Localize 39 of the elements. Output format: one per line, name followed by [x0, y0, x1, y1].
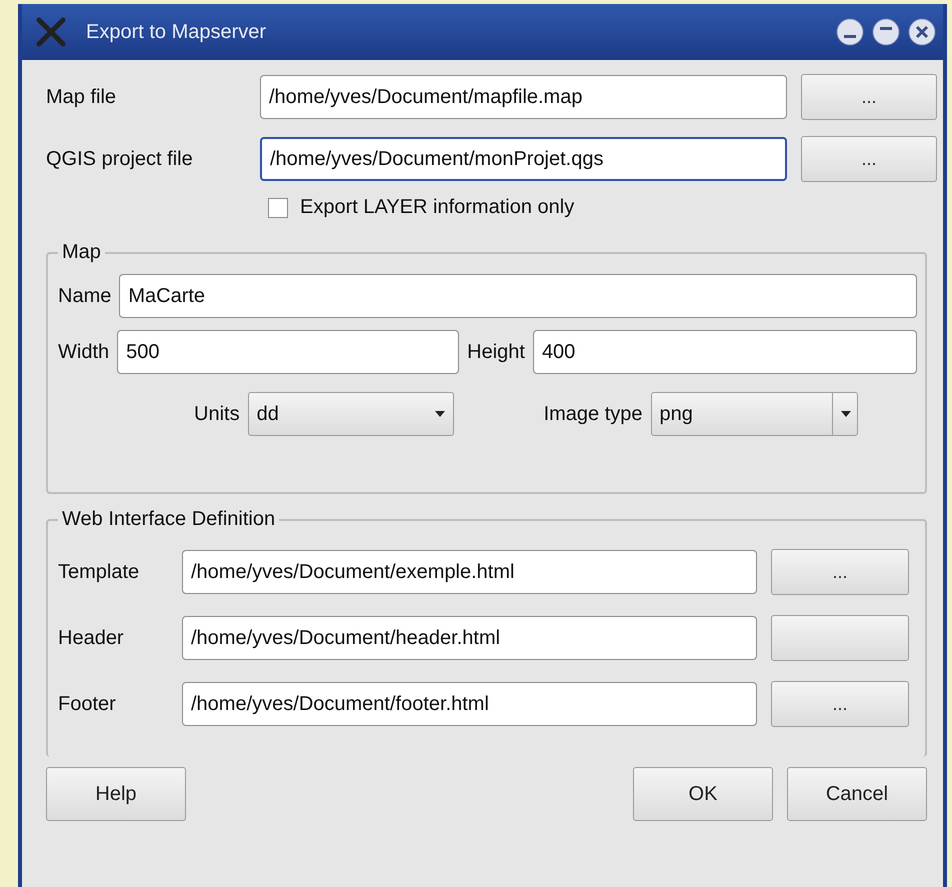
path-field[interactable]: /home/yves/Document/monProjet.qgs: [260, 137, 787, 181]
path-field[interactable]: /home/yves/Document/header.html: [182, 616, 757, 660]
dialog-button[interactable]: OK: [633, 767, 773, 821]
field-label: Width: [58, 340, 110, 364]
image-type-dropdown[interactable]: png: [650, 392, 858, 436]
field-label: Header: [58, 626, 125, 650]
browse-button[interactable]: ...: [801, 74, 937, 120]
caret-icon: [434, 411, 445, 417]
group-title: Web Interface Definition: [61, 508, 276, 531]
field-label: Template: [58, 560, 140, 584]
browse-button[interactable]: [771, 615, 909, 661]
path-field[interactable]: /home/yves/Document/exemple.html: [182, 550, 757, 594]
minimize-button[interactable]: [835, 17, 865, 47]
window-title: Export to Mapserver: [86, 20, 268, 44]
field-label: Name: [58, 284, 112, 308]
path-field[interactable]: /home/yves/Document/mapfile.map: [260, 75, 787, 119]
browse-button[interactable]: ...: [771, 681, 909, 727]
name-field[interactable]: MaCarte: [119, 274, 917, 318]
field-label: Units: [194, 402, 240, 426]
group-title: Map: [61, 241, 102, 264]
dialog-button[interactable]: Cancel: [787, 767, 927, 821]
close-button[interactable]: [907, 17, 937, 47]
field-label: QGIS project file: [46, 148, 194, 170]
field-label: Height: [467, 340, 525, 364]
browse-button[interactable]: ...: [801, 136, 937, 182]
field-label: Image type: [544, 402, 643, 426]
height-field[interactable]: 400: [532, 330, 917, 374]
x-logo-icon: [36, 17, 66, 47]
field-label: Map file: [46, 86, 118, 108]
maximize-button[interactable]: [871, 17, 901, 47]
width-field[interactable]: 500: [117, 330, 460, 374]
caret-icon: [840, 411, 851, 417]
field-label: Footer: [58, 692, 117, 716]
help-button[interactable]: Help: [46, 767, 186, 821]
checkbox[interactable]: [268, 198, 288, 218]
checkbox-label: Export LAYER information only: [300, 196, 574, 219]
units-dropdown[interactable]: dd: [248, 392, 454, 436]
browse-button[interactable]: ...: [771, 549, 909, 595]
path-field[interactable]: /home/yves/Document/footer.html: [182, 682, 757, 726]
